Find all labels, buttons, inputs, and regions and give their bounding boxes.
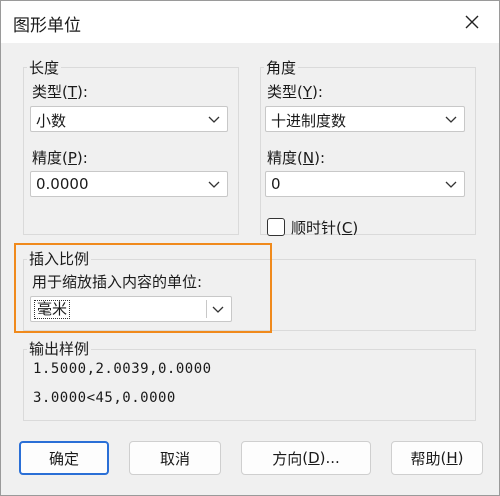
output-sample-group-title: 输出样例 [27, 338, 92, 359]
close-button[interactable] [455, 5, 489, 39]
close-icon [465, 15, 479, 29]
direction-button[interactable]: 方向(D)... [241, 441, 371, 475]
chevron-down-icon [445, 181, 457, 188]
length-type-value: 小数 [36, 112, 67, 130]
ok-button[interactable]: 确定 [19, 441, 109, 475]
dialog-title: 图形单位 [13, 16, 81, 36]
angle-type-value: 十进制度数 [271, 112, 347, 130]
length-type-label: 类型(T): [32, 83, 88, 101]
angle-group-title: 角度 [264, 57, 299, 78]
output-sample-group [23, 349, 476, 421]
output-sample-line-2: 3.0000<45,0.0000 [33, 390, 176, 406]
angle-precision-label: 精度(N): [267, 149, 326, 167]
chevron-down-icon [208, 181, 220, 188]
angle-type-select[interactable]: 十进制度数 [265, 106, 465, 132]
length-type-select[interactable]: 小数 [30, 106, 228, 132]
highlight-box [14, 243, 272, 333]
length-precision-label: 精度(P): [32, 149, 88, 167]
clockwise-checkbox[interactable] [267, 218, 285, 236]
clockwise-label: 顺时针(C) [291, 219, 359, 237]
cancel-button[interactable]: 取消 [129, 441, 221, 475]
title-bar: 图形单位 [1, 1, 499, 43]
units-dialog: 图形单位 长度 类型(T): 小数 精度(P): 0.0000 角度 类型(Y)… [0, 0, 500, 496]
output-sample-line-1: 1.5000,2.0039,0.0000 [33, 361, 212, 377]
angle-type-label: 类型(Y): [267, 83, 323, 101]
length-precision-value: 0.0000 [36, 175, 89, 193]
length-precision-select[interactable]: 0.0000 [30, 171, 228, 197]
length-group-title: 长度 [27, 57, 62, 78]
chevron-down-icon [208, 116, 220, 123]
angle-precision-value: 0 [271, 175, 281, 193]
angle-precision-select[interactable]: 0 [265, 171, 465, 197]
help-button[interactable]: 帮助(H) [391, 441, 483, 475]
chevron-down-icon [445, 116, 457, 123]
